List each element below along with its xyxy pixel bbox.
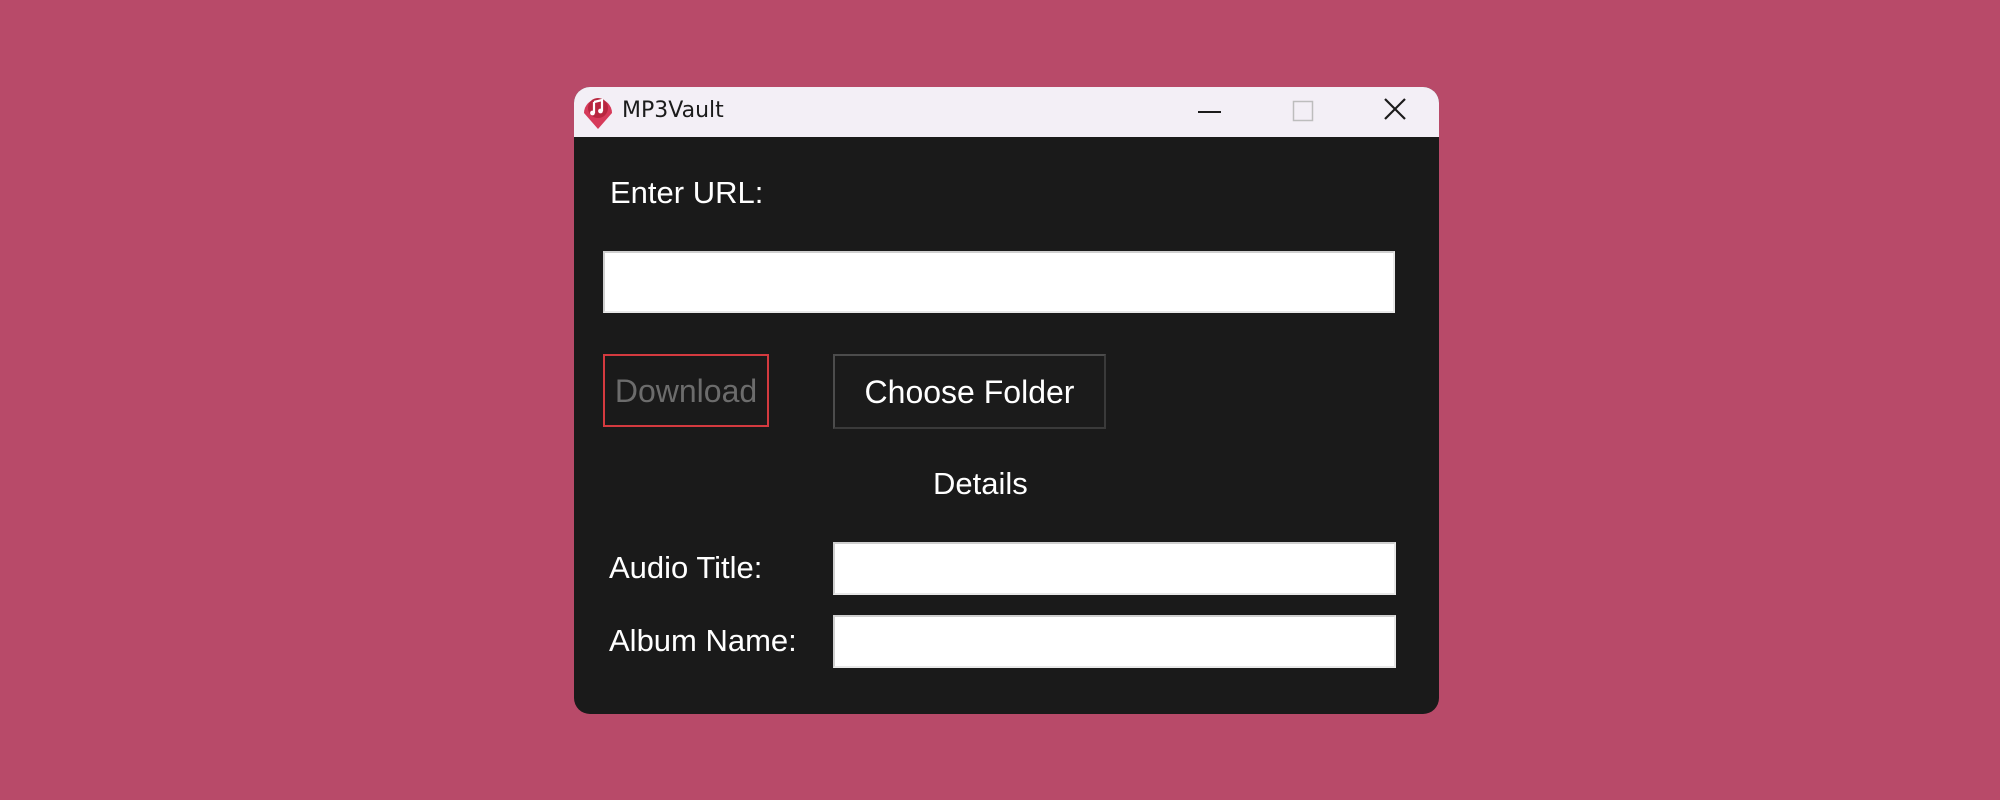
app-window: MP3Vault Enter URL: Download Choose Fold… (574, 87, 1439, 714)
close-button[interactable] (1349, 87, 1439, 137)
audio-title-input[interactable] (833, 542, 1396, 595)
minimize-icon (1198, 111, 1221, 113)
details-heading: Details (933, 466, 1028, 501)
maximize-icon (1292, 100, 1314, 122)
download-button[interactable]: Download (603, 354, 769, 427)
choose-folder-button[interactable]: Choose Folder (833, 354, 1106, 429)
minimize-button[interactable] (1164, 87, 1254, 137)
url-input[interactable] (603, 251, 1395, 313)
url-label: Enter URL: (610, 175, 764, 210)
close-icon (1384, 98, 1406, 120)
music-note-icon (584, 98, 612, 129)
window-title: MP3Vault (622, 98, 724, 123)
maximize-button[interactable] (1256, 87, 1346, 137)
audio-title-label: Audio Title: (609, 550, 763, 585)
title-bar[interactable]: MP3Vault (574, 87, 1439, 137)
album-name-label: Album Name: (609, 623, 797, 658)
album-name-input[interactable] (833, 615, 1396, 668)
